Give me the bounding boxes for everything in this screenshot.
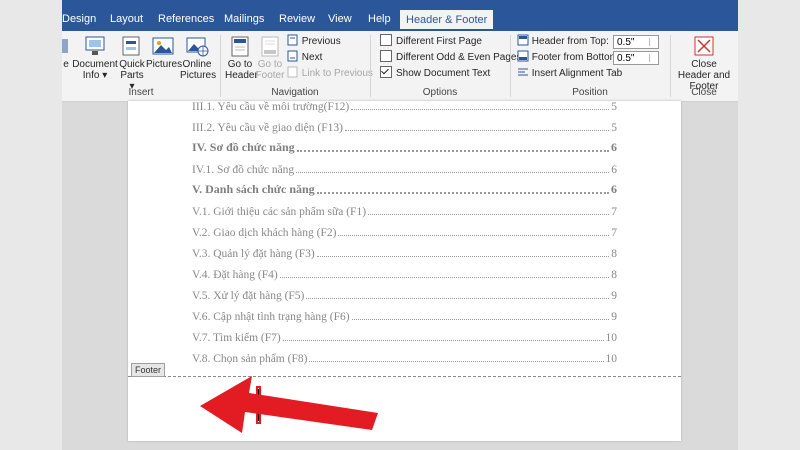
arrow-shape [200, 376, 378, 433]
red-arrow-annotation [200, 376, 378, 433]
